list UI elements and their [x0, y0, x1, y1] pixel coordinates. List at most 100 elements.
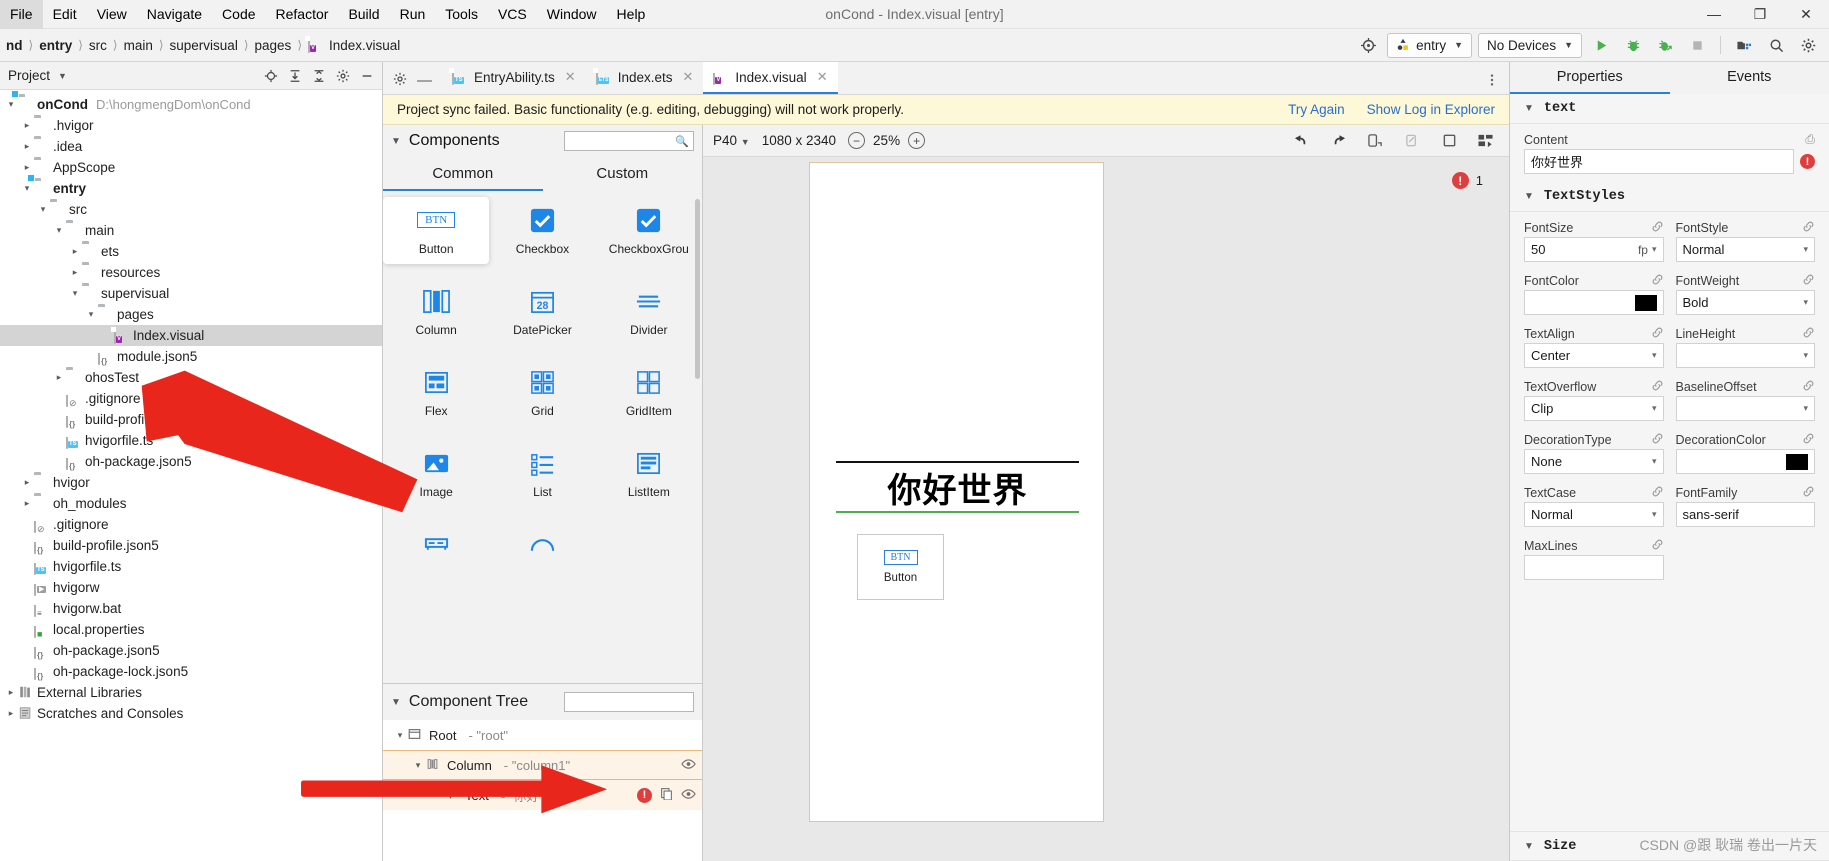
close-button[interactable]: ✕	[1783, 0, 1829, 29]
chevron-right-icon[interactable]: ▸	[4, 687, 18, 698]
link-icon[interactable]	[1651, 538, 1664, 554]
link-icon[interactable]	[1651, 379, 1664, 395]
chevron-down-icon[interactable]: ▾	[68, 288, 82, 299]
preview-text-component[interactable]: 你好世界	[836, 461, 1079, 513]
chevron-down-icon[interactable]: ▾	[52, 225, 66, 236]
prop-decorationcolor-swatch[interactable]	[1786, 453, 1808, 470]
palette-item-progress-icon[interactable]	[489, 521, 595, 574]
breadcrumb-item-1[interactable]: entry	[35, 38, 76, 53]
tree-item[interactable]: ▶ hvigorw	[0, 577, 382, 598]
close-icon[interactable]: ✕	[682, 69, 693, 85]
menu-navigate[interactable]: Navigate	[137, 0, 212, 29]
menu-refactor[interactable]: Refactor	[266, 0, 339, 29]
chevron-right-icon[interactable]: ▸	[52, 372, 66, 383]
search-icon[interactable]	[1763, 32, 1789, 58]
target-icon[interactable]	[1355, 32, 1381, 58]
tree-item[interactable]: {} build-profile.json5	[0, 535, 382, 556]
editor-tabs-options-icon[interactable]	[1485, 73, 1509, 94]
link-icon[interactable]	[1651, 326, 1664, 342]
prop-decorationcolor-input[interactable]	[1675, 449, 1815, 474]
device-model[interactable]: P40 ▼	[713, 133, 750, 148]
editor-tab-index-ets[interactable]: ETS Index.ets ✕	[586, 62, 704, 94]
chevron-right-icon[interactable]: ▸	[68, 246, 82, 257]
project-settings-icon[interactable]	[332, 65, 354, 87]
tree-item[interactable]: ▸ oh_modules	[0, 493, 382, 514]
copy-icon[interactable]	[660, 787, 673, 803]
palette-tab-custom[interactable]: Custom	[543, 157, 703, 191]
tree-item[interactable]: ▾ pages	[0, 304, 382, 325]
run-config-selector[interactable]: entry ▼	[1387, 32, 1473, 58]
tree-item[interactable]: {} module.json5	[0, 346, 382, 367]
prop-decorationtype-input[interactable]: None ▾	[1524, 449, 1664, 474]
hide-panel-icon[interactable]	[356, 65, 378, 87]
chevron-down-icon[interactable]: ▼	[391, 136, 401, 147]
prop-textcase-input[interactable]: Normal ▾	[1524, 502, 1664, 527]
palette-item-listitem[interactable]: ListItem	[596, 440, 702, 507]
link-icon[interactable]	[1802, 432, 1815, 448]
tree-item[interactable]: ▸ .hvigor	[0, 115, 382, 136]
palette-item-checkboxgrou[interactable]: CheckboxGrou	[596, 197, 702, 264]
content-input[interactable]: 你好世界	[1524, 149, 1794, 174]
breadcrumb-item-0[interactable]: nd	[2, 38, 27, 53]
palette-item-navigator-icon[interactable]	[383, 521, 489, 574]
tree-item[interactable]: ⊘ .gitignore	[0, 388, 382, 409]
palette-item-grid[interactable]: Grid	[489, 359, 595, 426]
menu-edit[interactable]: Edit	[43, 0, 87, 29]
link-icon[interactable]	[1802, 273, 1815, 289]
link-icon[interactable]	[1802, 485, 1815, 501]
tree-item[interactable]: {} oh-package.json5	[0, 640, 382, 661]
prop-fontcolor-input[interactable]	[1524, 290, 1664, 315]
chevron-right-icon[interactable]: ▸	[20, 141, 34, 152]
menu-vcs[interactable]: VCS	[488, 0, 537, 29]
chevron-right-icon[interactable]: ▸	[20, 162, 34, 173]
tree-item[interactable]: ⊘ .gitignore	[0, 514, 382, 535]
tree-item[interactable]: ▸ External Libraries	[0, 682, 382, 703]
palette-item-datepicker[interactable]: 28 DatePicker	[489, 278, 595, 345]
frame-icon[interactable]	[1436, 128, 1462, 154]
chevron-right-icon[interactable]: ▸	[20, 120, 34, 131]
prop-fontstyle-input[interactable]: Normal ▾	[1675, 237, 1815, 262]
prop-textoverflow-input[interactable]: Clip ▾	[1524, 396, 1664, 421]
chevron-down-icon[interactable]: ▾	[393, 730, 407, 741]
layout-icon[interactable]	[1473, 128, 1499, 154]
tree-item[interactable]: ≡ hvigorw.bat	[0, 598, 382, 619]
menu-code[interactable]: Code	[212, 0, 265, 29]
menu-help[interactable]: Help	[607, 0, 656, 29]
component-tree-row[interactable]: Text - "你好世界"!	[383, 780, 702, 810]
show-log-link[interactable]: Show Log in Explorer	[1367, 102, 1495, 117]
maximize-button[interactable]: ❐	[1737, 0, 1783, 29]
tree-item[interactable]: ▸ Scratches and Consoles	[0, 703, 382, 724]
prop-fontsize-unit-select[interactable]: fp ▾	[1638, 243, 1657, 257]
menu-build[interactable]: Build	[338, 0, 389, 29]
rotate-device-icon[interactable]	[1362, 128, 1388, 154]
component-tree-search-input[interactable]	[569, 696, 689, 708]
link-icon[interactable]	[1399, 128, 1425, 154]
eye-icon[interactable]	[681, 788, 696, 803]
tree-item[interactable]: ▾ supervisual	[0, 283, 382, 304]
debug-icon[interactable]	[1620, 32, 1646, 58]
try-again-link[interactable]: Try Again	[1288, 102, 1345, 117]
palette-item-image[interactable]: Image	[383, 440, 489, 507]
components-search-input[interactable]	[569, 135, 676, 147]
palette-item-list[interactable]: List	[489, 440, 595, 507]
tree-item[interactable]: ▸ .idea	[0, 136, 382, 157]
preview-canvas[interactable]: ! 1 你好世界 BTN Button	[703, 157, 1509, 861]
section-text-header[interactable]: ▼ text	[1510, 94, 1829, 124]
link-icon[interactable]	[1651, 220, 1664, 236]
tree-item[interactable]: {} build-profile.json5	[0, 409, 382, 430]
locate-icon[interactable]	[260, 65, 282, 87]
minimize-button[interactable]: —	[1691, 0, 1737, 29]
gear-icon[interactable]	[1795, 32, 1821, 58]
tree-item[interactable]: ▾ src	[0, 199, 382, 220]
tree-item[interactable]: TS hvigorfile.ts	[0, 430, 382, 451]
components-search[interactable]: 🔍	[564, 131, 694, 151]
device-selector[interactable]: No Devices ▼	[1478, 32, 1582, 58]
attach-debugger-icon[interactable]	[1652, 32, 1678, 58]
close-icon[interactable]: ✕	[565, 69, 576, 85]
palette-item-divider[interactable]: Divider	[596, 278, 702, 345]
tree-item[interactable]: ▸ ets	[0, 241, 382, 262]
chevron-down-icon[interactable]: ▾	[4, 99, 18, 110]
properties-tab-properties[interactable]: Properties	[1510, 62, 1670, 94]
palette-scrollbar[interactable]	[695, 199, 700, 379]
chevron-right-icon[interactable]: ▸	[68, 267, 82, 278]
